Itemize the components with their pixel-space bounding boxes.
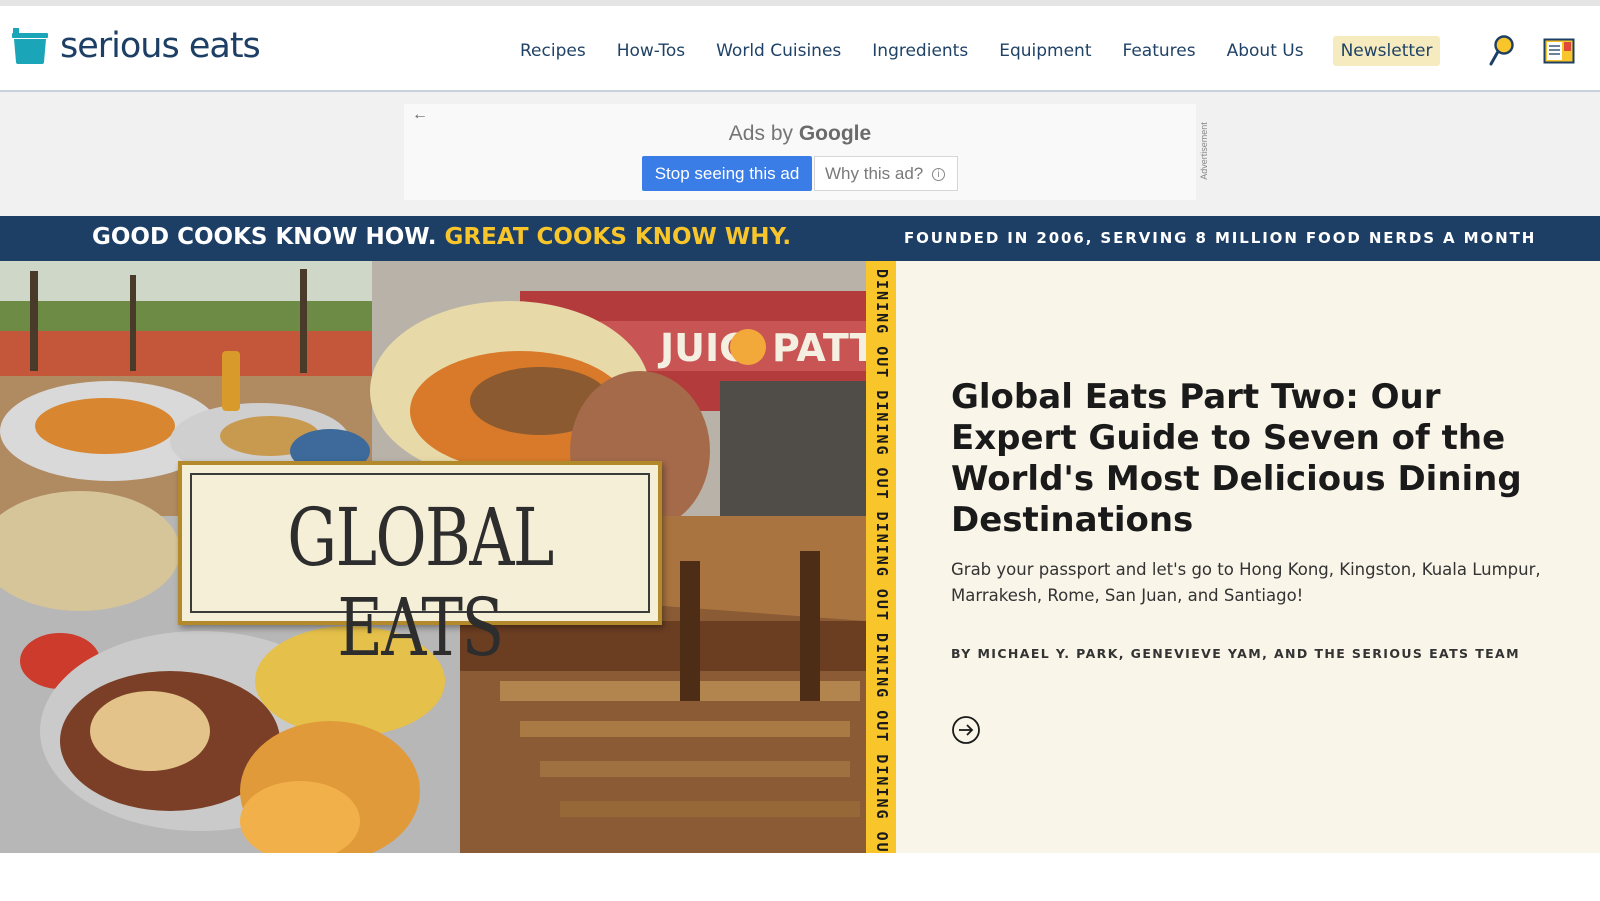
tagline-white: GOOD COOKS KNOW HOW. [92,224,437,250]
ads-by-label: Ads by [728,122,799,145]
arrow-right-circle-icon[interactable] [951,715,981,745]
info-icon: i [932,168,945,182]
google-brand: Google [798,122,872,145]
card-icon[interactable] [1543,38,1575,64]
nav-about-us[interactable]: About Us [1227,41,1304,61]
hero-text-panel: Global Eats Part Two: Our Expert Guide t… [896,261,1600,853]
hero-image[interactable]: JUICI PATTIE [0,261,866,853]
founded-statement: FOUNDED IN 2006, SERVING 8 MILLION FOOD … [904,229,1537,247]
google-ad-box: ← Ads by Google Stop seeing this ad Why … [404,104,1196,200]
hero-feature: JUICI PATTIE [0,261,1600,853]
tagline-yellow: GREAT COOKS KNOW WHY. [444,224,792,250]
site-logo[interactable]: serious eats [10,26,261,66]
main-nav: Recipes How-Tos World Cuisines Ingredien… [520,36,1441,66]
dining-out-ribbon: DINING OUT DINING OUT DINING OUT DINING … [866,261,896,853]
nav-recipes[interactable]: Recipes [520,41,586,61]
newsletter-button[interactable]: Newsletter [1332,36,1441,66]
article-title[interactable]: Global Eats Part Two: Our Expert Guide t… [951,377,1551,541]
dining-out-label: DINING OUT DINING OUT DINING OUT DINING … [873,269,891,853]
site-header: serious eats Recipes How-Tos World Cuisi… [0,6,1600,92]
tagline-banner: GOOD COOKS KNOW HOW. GREAT COOKS KNOW WH… [0,216,1600,261]
why-this-ad-label: Why this ad? [825,164,924,183]
global-eats-plate: GLOBAL EATS [178,461,662,673]
ad-band: ← Ads by Google Stop seeing this ad Why … [0,92,1600,216]
advertisement-text: Advertisement [1199,122,1209,180]
pot-logo-icon [12,28,48,64]
tagline: GOOD COOKS KNOW HOW. GREAT COOKS KNOW WH… [92,224,791,250]
article-byline: BY MICHAEL Y. PARK, GENEVIEVE YAM, AND T… [951,646,1520,661]
advertisement-label: Advertisement [1196,112,1210,192]
svg-text:PATTIE: PATTIE [772,326,866,370]
search-icon[interactable] [1488,34,1516,68]
nav-how-tos[interactable]: How-Tos [617,41,685,61]
logo-wordmark: serious eats [60,26,261,66]
global-eats-title: GLOBAL EATS [287,491,554,674]
stop-seeing-ad-button[interactable]: Stop seeing this ad [642,156,812,191]
nav-equipment[interactable]: Equipment [999,41,1091,61]
article-description: Grab your passport and let's go to Hong … [951,560,1541,605]
why-this-ad-button[interactable]: Why this ad? i [814,156,958,191]
nav-world-cuisines[interactable]: World Cuisines [716,41,841,61]
ads-by-google: Ads by Google [404,122,1196,146]
nav-features[interactable]: Features [1123,41,1196,61]
nav-ingredients[interactable]: Ingredients [872,41,968,61]
